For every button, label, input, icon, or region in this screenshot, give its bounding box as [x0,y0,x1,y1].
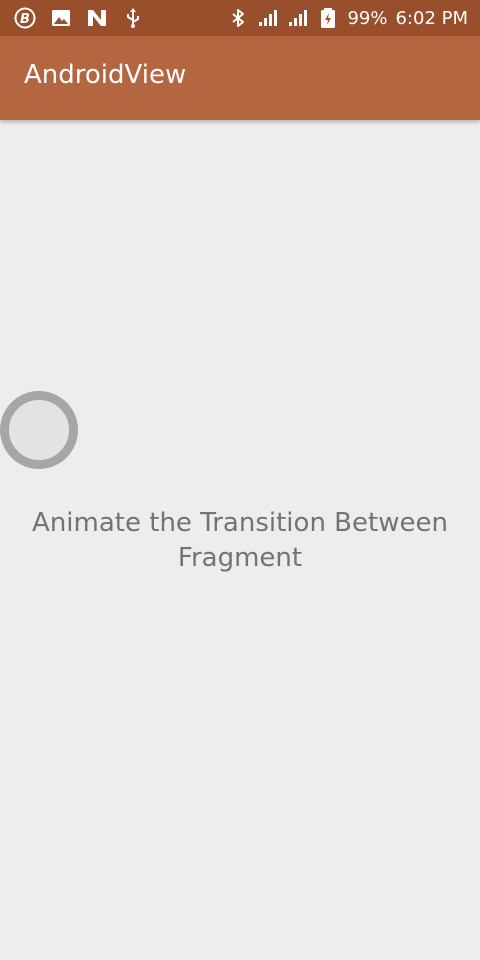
status-bar-system: 99% 6:02 PM [219,7,468,29]
n-app-icon [88,10,106,26]
image-icon [52,10,70,26]
content-area: Animate the Transition Between Fragment [0,120,480,960]
signal-icon [259,10,278,26]
app-title: AndroidView [24,60,187,90]
status-bar-notifications: B [14,7,158,29]
usb-icon [127,8,139,28]
bluetooth-icon [232,9,245,27]
app-bar: AndroidView [0,36,480,120]
signal-icon [289,10,308,26]
svg-text:B: B [20,12,30,27]
battery-charging-icon [321,8,336,28]
status-bar: B 99% 6:02 PM [0,0,480,36]
caption-text: Animate the Transition Between Fragment [32,508,448,573]
animated-circle[interactable] [0,391,78,469]
b-app-icon: B [14,7,36,29]
battery-percentage: 99% [347,7,388,29]
status-bar-clock: 6:02 PM [395,7,468,29]
